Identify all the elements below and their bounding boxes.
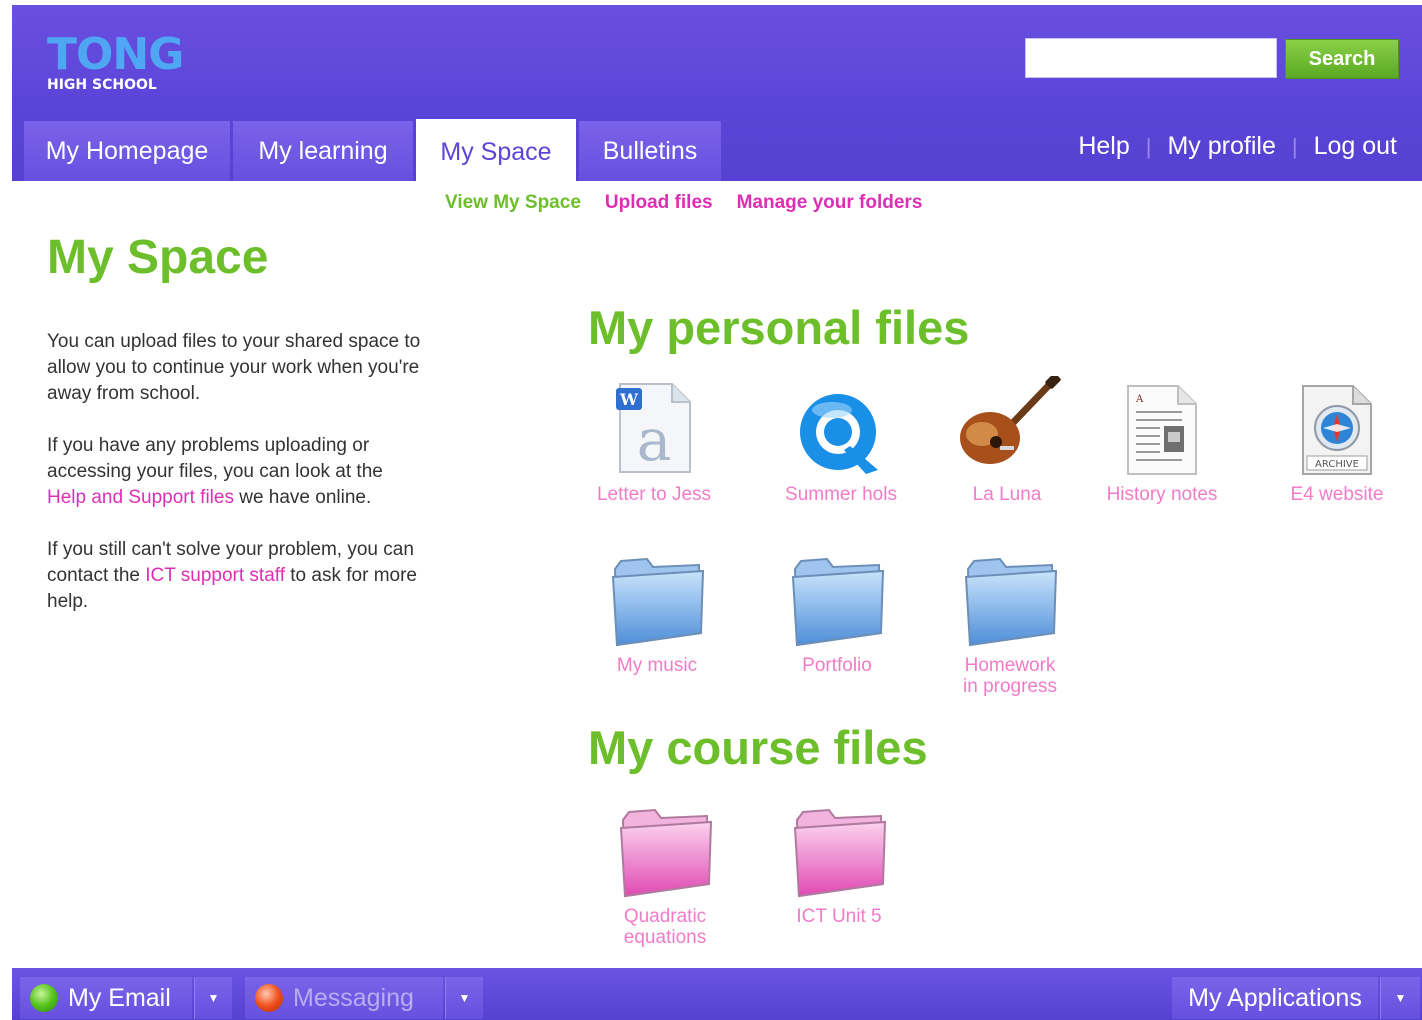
- messaging-label: Messaging: [293, 983, 414, 1012]
- file-label: La Luna: [972, 484, 1042, 505]
- logo-main-text: TONG: [47, 29, 184, 80]
- blue-folder-icon: [762, 543, 912, 647]
- search-input[interactable]: [1025, 38, 1277, 78]
- tab-my-space[interactable]: My Space: [416, 119, 576, 186]
- intro-paragraph-2: If you have any problems uploading or ac…: [47, 433, 427, 511]
- folder-quadratic-equations[interactable]: Quadratic equations: [590, 794, 740, 948]
- newspaper-document-icon: A: [1087, 372, 1237, 476]
- my-applications-label: My Applications: [1188, 983, 1362, 1012]
- archive-icon: ARCHIVE: [1262, 372, 1412, 476]
- my-email-label: My Email: [68, 983, 171, 1012]
- messaging-button[interactable]: Messaging: [245, 977, 443, 1019]
- subnav-upload-files[interactable]: Upload files: [605, 192, 713, 214]
- separator: |: [1291, 133, 1298, 159]
- file-label: History notes: [1106, 484, 1218, 505]
- paragraph-text: we have online.: [233, 487, 372, 508]
- pink-folder-icon: [764, 794, 914, 898]
- folder-ict-unit-5[interactable]: ICT Unit 5: [764, 794, 914, 927]
- my-applications-button[interactable]: My Applications: [1172, 977, 1378, 1019]
- log-out-link[interactable]: Log out: [1314, 132, 1397, 161]
- my-profile-link[interactable]: My profile: [1167, 132, 1275, 161]
- file-label: Letter to Jess: [596, 484, 712, 505]
- messaging-dropdown-arrow[interactable]: ▼: [445, 977, 483, 1019]
- svg-text:ARCHIVE: ARCHIVE: [1315, 459, 1359, 470]
- svg-text:a: a: [637, 406, 672, 474]
- tab-my-learning[interactable]: My learning: [233, 121, 413, 181]
- quicktime-icon: [766, 372, 916, 476]
- tab-bulletins[interactable]: Bulletins: [579, 121, 721, 181]
- folder-portfolio[interactable]: Portfolio: [762, 543, 912, 676]
- course-files-heading: My course files: [588, 721, 928, 774]
- paragraph-text: If you have any problems uploading or ac…: [47, 435, 383, 482]
- word-document-icon: W a: [579, 372, 729, 476]
- online-status-icon: [30, 984, 58, 1012]
- pink-folder-icon: [590, 794, 740, 898]
- file-label: E4 website: [1290, 484, 1384, 505]
- search-button[interactable]: Search: [1285, 39, 1399, 79]
- file-history-notes[interactable]: A History notes: [1087, 372, 1237, 505]
- sub-navigation: View My Space Upload files Manage your f…: [445, 192, 922, 214]
- help-support-link[interactable]: Help and Support files: [47, 487, 234, 508]
- header-bar: TONG HIGH SCHOOL Search My Homepage My l…: [12, 5, 1422, 186]
- ict-support-link[interactable]: ICT support staff: [145, 565, 285, 586]
- folder-label: Portfolio: [802, 655, 872, 676]
- intro-paragraph-1: You can upload files to your shared spac…: [47, 331, 421, 404]
- folder-my-music[interactable]: My music: [582, 543, 732, 676]
- bottom-toolbar: My Email ▼ Messaging ▼ My Applications ▼: [12, 968, 1422, 1020]
- svg-text:A: A: [1135, 394, 1144, 405]
- blue-folder-icon: [582, 543, 732, 647]
- folder-label: My music: [616, 655, 698, 676]
- folder-homework-in-progress[interactable]: Homework in progress: [932, 543, 1088, 697]
- file-la-luna[interactable]: La Luna: [932, 372, 1082, 505]
- separator: |: [1145, 133, 1152, 159]
- intro-text: You can upload files to your shared spac…: [47, 329, 427, 641]
- blue-folder-icon: [932, 543, 1088, 647]
- school-logo[interactable]: TONG HIGH SCHOOL: [47, 29, 184, 94]
- account-links: Help | My profile | Log out: [1078, 132, 1397, 161]
- offline-status-icon: [255, 984, 283, 1012]
- tab-my-homepage[interactable]: My Homepage: [24, 121, 230, 181]
- email-dropdown-arrow[interactable]: ▼: [194, 977, 232, 1019]
- subnav-manage-folders[interactable]: Manage your folders: [737, 192, 923, 214]
- personal-files-heading: My personal files: [588, 301, 970, 354]
- help-link[interactable]: Help: [1078, 132, 1129, 161]
- subnav-view-my-space[interactable]: View My Space: [445, 192, 581, 214]
- applications-dropdown-arrow[interactable]: ▼: [1380, 977, 1420, 1019]
- intro-paragraph-3: If you still can't solve your problem, y…: [47, 537, 427, 615]
- folder-label: ICT Unit 5: [796, 906, 882, 927]
- file-label: Summer hols: [785, 484, 897, 505]
- folder-label: Homework in progress: [963, 655, 1057, 697]
- folder-label: Quadratic equations: [623, 906, 707, 948]
- file-summer-hols[interactable]: Summer hols: [766, 372, 916, 505]
- guitar-icon: [932, 372, 1082, 476]
- file-e4-website[interactable]: ARCHIVE E4 website: [1262, 372, 1412, 505]
- my-email-button[interactable]: My Email: [20, 977, 192, 1019]
- page-title: My Space: [47, 231, 269, 284]
- file-letter-to-jess[interactable]: W a Letter to Jess: [579, 372, 729, 505]
